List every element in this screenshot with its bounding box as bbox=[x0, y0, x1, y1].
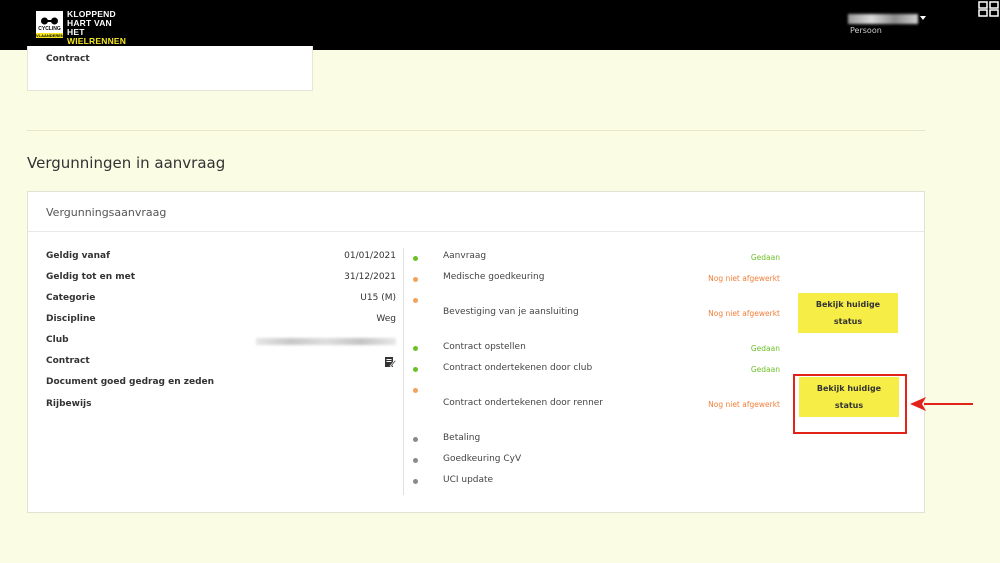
info-value: 31/12/2021 bbox=[344, 272, 396, 282]
step-label-affiliation: Bevestiging van je aansluiting bbox=[443, 307, 579, 317]
info-row-drivers-license: Rijbewijs bbox=[46, 399, 396, 413]
step-dot-todo bbox=[413, 388, 418, 393]
info-label: Contract bbox=[46, 356, 90, 366]
timeline-line bbox=[403, 248, 404, 495]
sign-document-icon[interactable] bbox=[384, 356, 396, 368]
section-divider bbox=[27, 130, 925, 131]
step-dot-pending bbox=[413, 479, 418, 484]
step-dot-done bbox=[413, 367, 418, 372]
step-status-medical: Nog niet afgewerkt bbox=[708, 274, 780, 283]
card-title: Vergunningsaanvraag bbox=[46, 206, 167, 219]
step-label-payment: Betaling bbox=[443, 433, 481, 443]
step-dot-todo bbox=[413, 298, 418, 303]
previous-license-card: Contract bbox=[27, 46, 313, 91]
user-name-redacted bbox=[848, 14, 918, 24]
info-label: Geldig tot en met bbox=[46, 272, 136, 282]
info-row-contract: Contract bbox=[46, 356, 396, 370]
info-value: 01/01/2021 bbox=[344, 251, 396, 261]
step-status-contract-club: Gedaan bbox=[750, 365, 780, 374]
step-dot-pending bbox=[413, 437, 418, 442]
info-label: Geldig vanaf bbox=[46, 251, 111, 261]
step-label-contract-rider: Contract ondertekenen door renner bbox=[443, 398, 604, 408]
cycling-vlaanderen-badge: CYCLING VLAANDEREN bbox=[36, 11, 64, 38]
step-dot-done bbox=[413, 256, 418, 261]
info-value: Weg bbox=[376, 314, 396, 324]
contract-label: Contract bbox=[46, 54, 90, 64]
logo-text: KLOPPEND HART VAN HET WIELRENNEN bbox=[67, 10, 126, 46]
info-row-discipline: Discipline Weg bbox=[46, 314, 396, 328]
red-arrow-icon bbox=[910, 397, 973, 411]
info-row-category: Categorie U15 (M) bbox=[46, 293, 396, 307]
step-status-contract-rider: Nog niet afgewerkt bbox=[708, 400, 780, 409]
top-navigation-bar: CYCLING VLAANDEREN KLOPPEND HART VAN HET… bbox=[0, 0, 1000, 50]
glasses-logo-icon bbox=[41, 17, 58, 25]
license-application-card: Vergunningsaanvraag Geldig vanaf 01/01/2… bbox=[27, 191, 925, 513]
info-value: U15 (M) bbox=[360, 293, 396, 303]
view-status-button-affiliation[interactable]: Bekijk huidige status bbox=[798, 293, 898, 333]
logo-line-3: WIELRENNEN bbox=[67, 36, 127, 46]
step-dot-pending bbox=[413, 458, 418, 463]
user-menu[interactable]: Persoon bbox=[848, 12, 938, 42]
info-row-valid-from: Geldig vanaf 01/01/2021 bbox=[46, 251, 396, 265]
logo-line-2: HART VAN HET bbox=[67, 18, 112, 37]
step-label-contract-draft: Contract opstellen bbox=[443, 342, 526, 352]
info-label: Rijbewijs bbox=[46, 399, 92, 409]
step-status-affiliation: Nog niet afgewerkt bbox=[708, 309, 780, 318]
step-label-contract-club: Contract ondertekenen door club bbox=[443, 363, 593, 373]
info-row-valid-until: Geldig tot en met 31/12/2021 bbox=[46, 272, 396, 286]
badge-subtext: VLAANDEREN bbox=[36, 33, 64, 38]
step-label-uci-update: UCI update bbox=[443, 475, 494, 485]
club-name-redacted bbox=[256, 338, 396, 345]
info-row-club: Club bbox=[46, 335, 396, 349]
section-title: Vergunningen in aanvraag bbox=[27, 154, 226, 172]
grid-icon[interactable] bbox=[978, 1, 1000, 17]
step-label-medical: Medische goedkeuring bbox=[443, 272, 545, 282]
info-label: Categorie bbox=[46, 293, 96, 303]
info-row-good-conduct: Document goed gedrag en zeden bbox=[46, 377, 396, 391]
highlight-box-annotation bbox=[793, 374, 907, 434]
step-status-contract-draft: Gedaan bbox=[750, 344, 780, 353]
step-dot-done bbox=[413, 346, 418, 351]
step-status-aanvraag: Gedaan bbox=[750, 253, 780, 262]
step-label-aanvraag: Aanvraag bbox=[443, 251, 487, 261]
user-role: Persoon bbox=[850, 26, 882, 35]
site-logo[interactable]: CYCLING VLAANDEREN KLOPPEND HART VAN HET… bbox=[36, 10, 126, 46]
info-label: Club bbox=[46, 335, 69, 345]
step-dot-todo bbox=[413, 277, 418, 282]
card-header: Vergunningsaanvraag bbox=[28, 192, 924, 232]
info-label: Discipline bbox=[46, 314, 96, 324]
info-label: Document goed gedrag en zeden bbox=[46, 377, 215, 387]
caret-down-icon bbox=[920, 16, 926, 20]
badge-text: CYCLING bbox=[38, 26, 61, 32]
step-label-approval-cyv: Goedkeuring CyV bbox=[443, 454, 522, 464]
